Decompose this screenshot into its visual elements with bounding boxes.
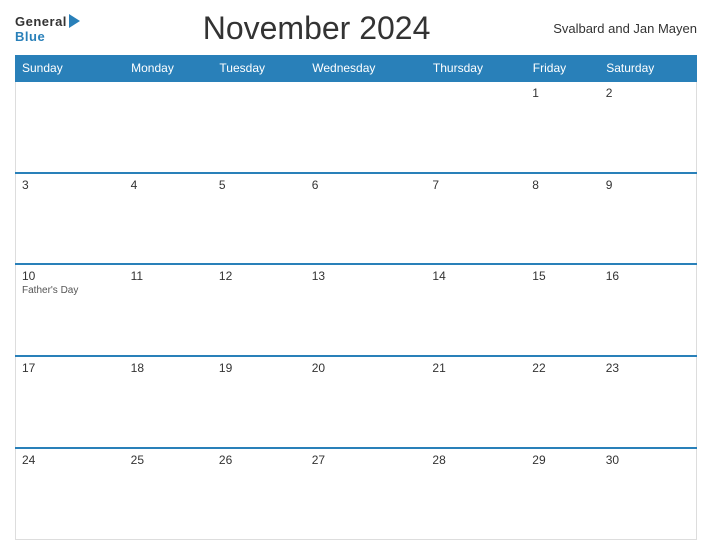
calendar-cell: 6 <box>306 173 427 265</box>
day-number: 11 <box>131 269 207 283</box>
calendar-week-1: 3456789 <box>16 173 697 265</box>
calendar-cell: 2 <box>600 81 697 173</box>
calendar-cell <box>16 81 125 173</box>
day-number: 13 <box>312 269 421 283</box>
day-number: 4 <box>131 178 207 192</box>
calendar-cell: 22 <box>526 356 599 448</box>
day-number: 17 <box>22 361 119 375</box>
calendar-cell: 5 <box>213 173 306 265</box>
day-number: 2 <box>606 86 690 100</box>
day-number: 8 <box>532 178 593 192</box>
day-of-week-thursday: Thursday <box>426 56 526 82</box>
day-number: 5 <box>219 178 300 192</box>
logo-general-text: General <box>15 14 67 29</box>
day-number: 19 <box>219 361 300 375</box>
day-number: 12 <box>219 269 300 283</box>
day-number: 25 <box>131 453 207 467</box>
calendar-body: 12345678910Father's Day11121314151617181… <box>16 81 697 540</box>
calendar-cell: 25 <box>125 448 213 540</box>
day-of-week-friday: Friday <box>526 56 599 82</box>
calendar-cell: 10 Father's Day <box>16 264 125 356</box>
day-number: 28 <box>432 453 520 467</box>
calendar-cell: 11 <box>125 264 213 356</box>
calendar-cell: 14 <box>426 264 526 356</box>
day-number: 1 <box>532 86 593 100</box>
day-number: 27 <box>312 453 421 467</box>
calendar-cell: 8 <box>526 173 599 265</box>
region-label: Svalbard and Jan Mayen <box>553 21 697 36</box>
day-number: 6 <box>312 178 421 192</box>
calendar-cell: 16 <box>600 264 697 356</box>
day-number: 23 <box>606 361 690 375</box>
calendar-cell <box>306 81 427 173</box>
calendar-cell: 21 <box>426 356 526 448</box>
calendar-cell <box>213 81 306 173</box>
calendar-week-0: 12 <box>16 81 697 173</box>
calendar-cell: 27 <box>306 448 427 540</box>
day-number: 24 <box>22 453 119 467</box>
calendar-cell: 4 <box>125 173 213 265</box>
calendar-table: SundayMondayTuesdayWednesdayThursdayFrid… <box>15 55 697 540</box>
calendar-cell: 29 <box>526 448 599 540</box>
calendar-cell: 13 <box>306 264 427 356</box>
day-of-week-monday: Monday <box>125 56 213 82</box>
calendar-week-4: 24 25 26 27 28 29 30 <box>16 448 697 540</box>
calendar-week-3: 17 18 19 20 21 22 23 <box>16 356 697 448</box>
calendar-cell: 23 <box>600 356 697 448</box>
day-number: 18 <box>131 361 207 375</box>
calendar-cell: 26 <box>213 448 306 540</box>
calendar-header-row: SundayMondayTuesdayWednesdayThursdayFrid… <box>16 56 697 82</box>
calendar-cell: 3 <box>16 173 125 265</box>
day-number: 21 <box>432 361 520 375</box>
day-number: 16 <box>606 269 690 283</box>
calendar-cell: 30 <box>600 448 697 540</box>
days-of-week-row: SundayMondayTuesdayWednesdayThursdayFrid… <box>16 56 697 82</box>
day-number: 30 <box>606 453 690 467</box>
calendar-title: November 2024 <box>80 10 553 47</box>
logo: General Blue <box>15 14 80 44</box>
calendar-cell: 9 <box>600 173 697 265</box>
day-number: 9 <box>606 178 690 192</box>
calendar-cell <box>125 81 213 173</box>
calendar-cell: 17 <box>16 356 125 448</box>
logo-triangle-icon <box>69 14 80 28</box>
calendar-cell: 28 <box>426 448 526 540</box>
day-of-week-tuesday: Tuesday <box>213 56 306 82</box>
calendar-cell: 7 <box>426 173 526 265</box>
logo-blue-text: Blue <box>15 29 45 44</box>
calendar-header: General Blue November 2024 Svalbard and … <box>15 10 697 47</box>
calendar-week-2: 10 Father's Day 11 12 13 14 15 16 <box>16 264 697 356</box>
day-number: 26 <box>219 453 300 467</box>
calendar-cell: 18 <box>125 356 213 448</box>
day-number: 14 <box>432 269 520 283</box>
day-number: 22 <box>532 361 593 375</box>
day-number: 20 <box>312 361 421 375</box>
day-number: 29 <box>532 453 593 467</box>
calendar-cell: 24 <box>16 448 125 540</box>
calendar-cell: 19 <box>213 356 306 448</box>
day-number: 7 <box>432 178 520 192</box>
holiday-label: Father's Day <box>22 285 119 296</box>
day-of-week-saturday: Saturday <box>600 56 697 82</box>
day-of-week-wednesday: Wednesday <box>306 56 427 82</box>
day-of-week-sunday: Sunday <box>16 56 125 82</box>
calendar-cell: 20 <box>306 356 427 448</box>
calendar-cell: 1 <box>526 81 599 173</box>
day-number: 10 <box>22 269 119 283</box>
calendar-cell <box>426 81 526 173</box>
day-number: 3 <box>22 178 119 192</box>
calendar-cell: 15 <box>526 264 599 356</box>
day-number: 15 <box>532 269 593 283</box>
calendar-cell: 12 <box>213 264 306 356</box>
